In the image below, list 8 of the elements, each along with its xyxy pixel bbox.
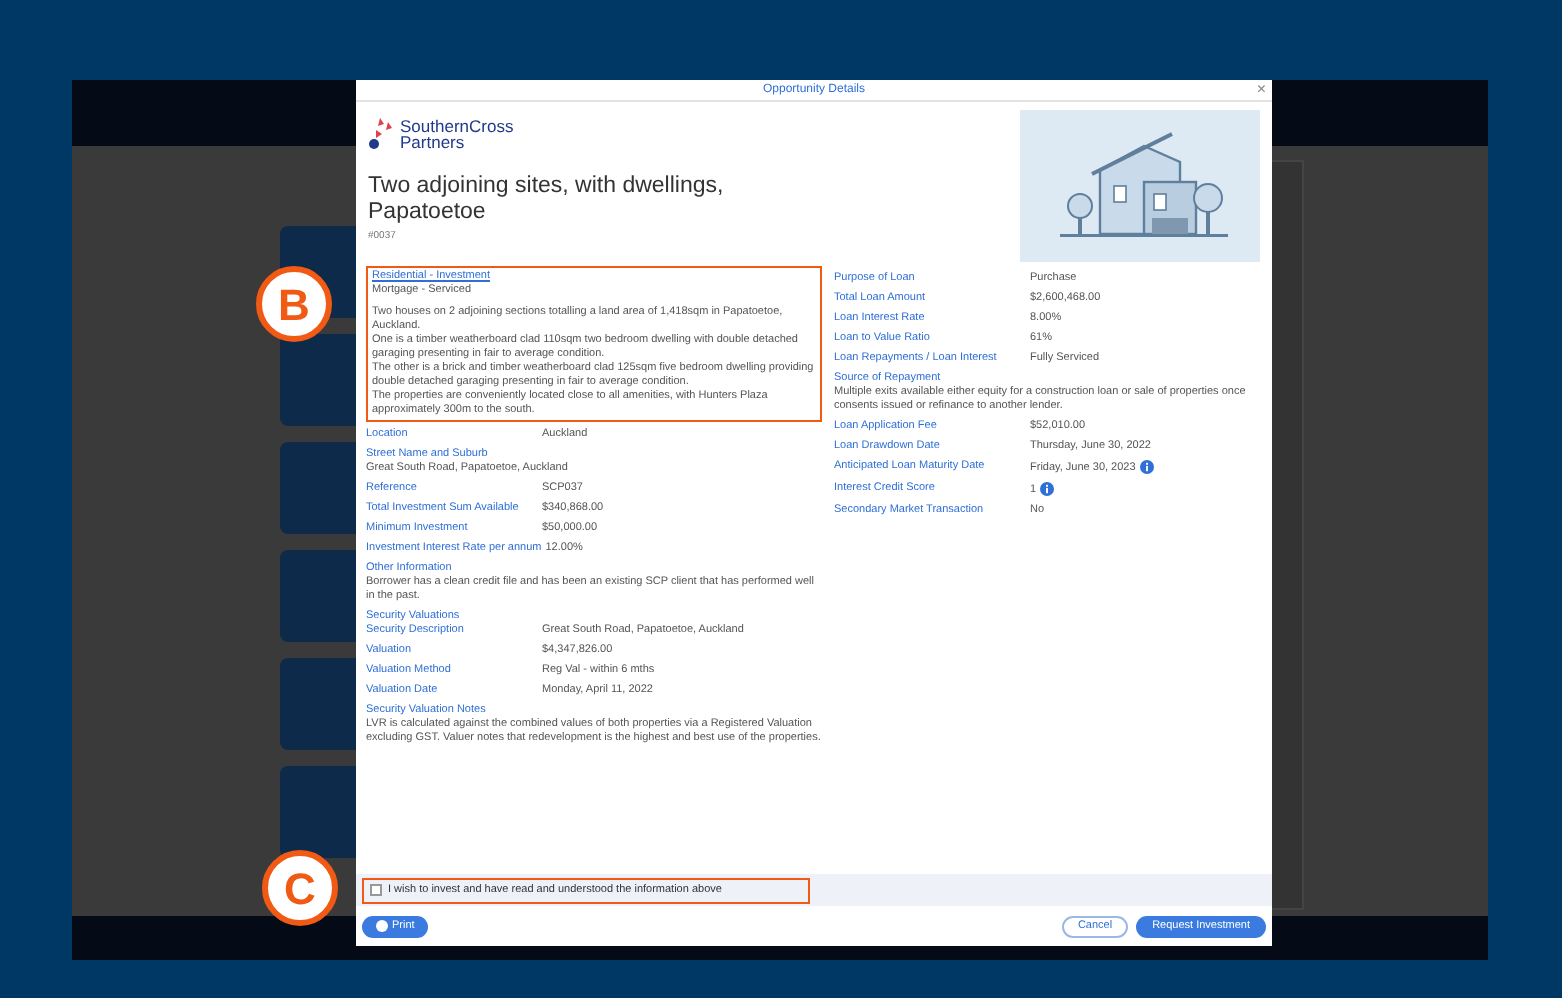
logo-wordmark: Partners xyxy=(400,134,465,150)
info-icon xyxy=(1040,481,1055,496)
opportunity-heading: Two adjoining sites, with dwellings, Papatoetoe xyxy=(368,174,726,226)
close-button[interactable]: × xyxy=(1256,80,1266,100)
agreement-checkbox[interactable] xyxy=(370,884,382,896)
info-icon xyxy=(1139,460,1154,474)
logo-wordmark: SouthernCross xyxy=(400,118,514,134)
logo-icon xyxy=(368,118,396,150)
